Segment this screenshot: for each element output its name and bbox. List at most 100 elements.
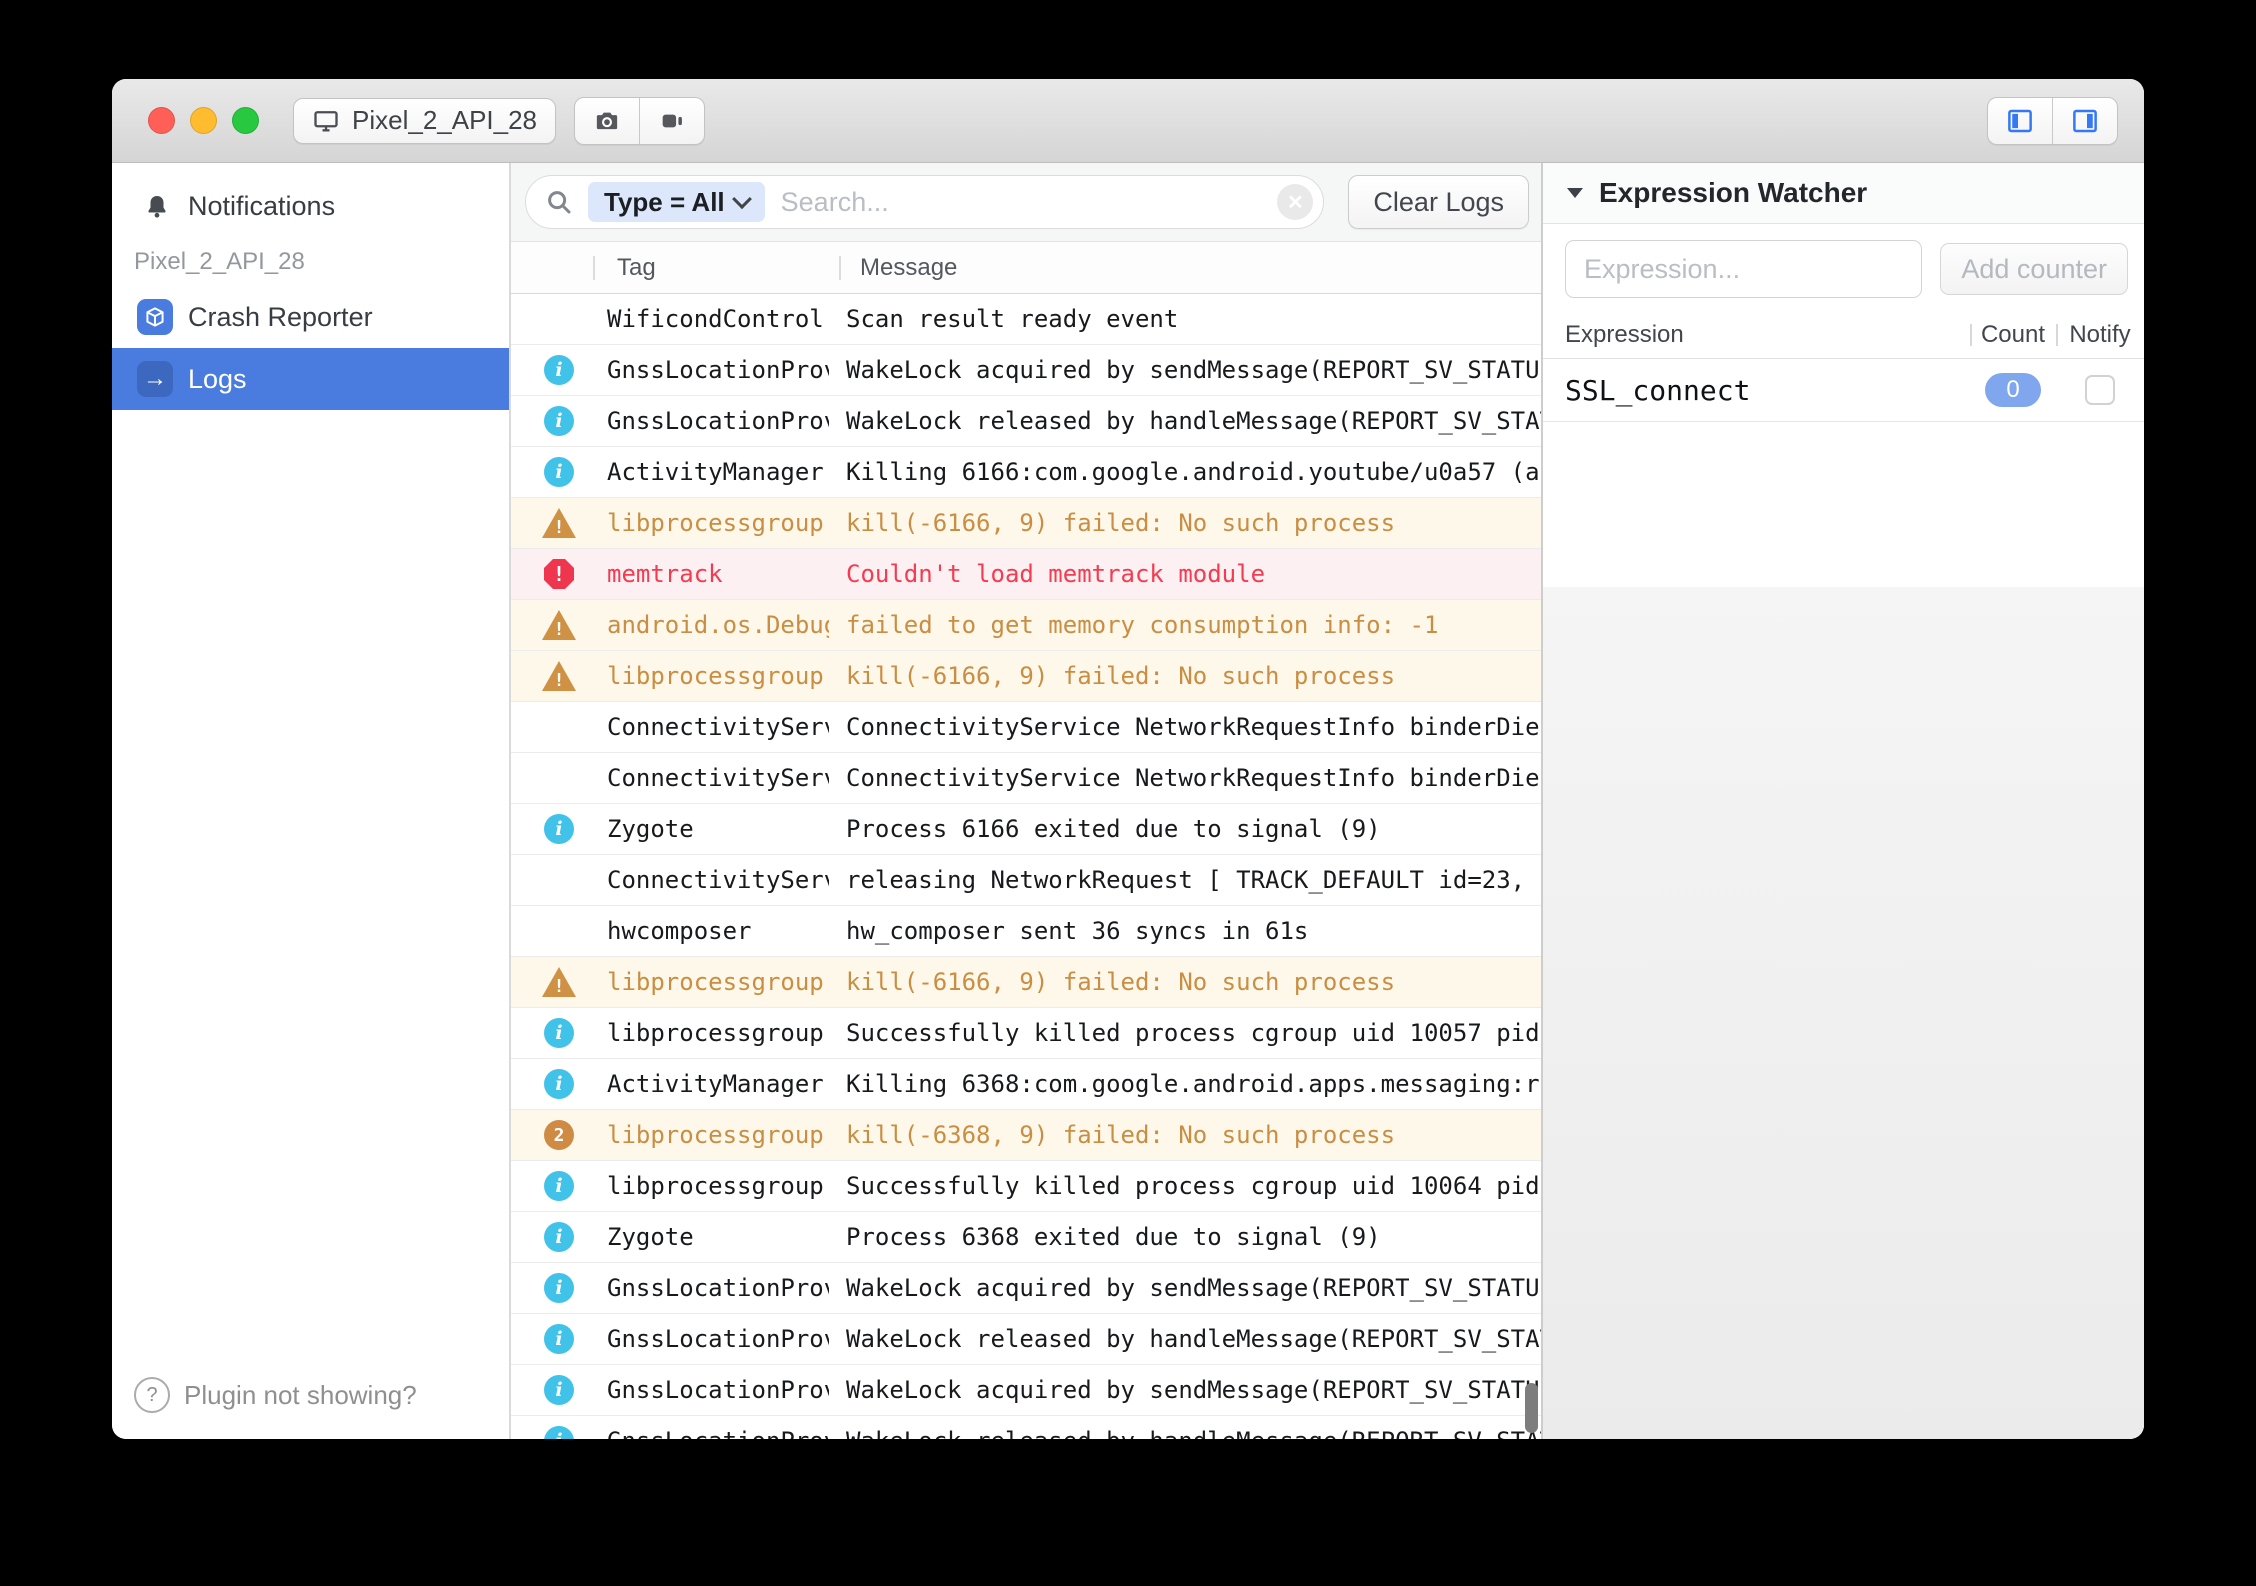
log-level-icon: i	[544, 406, 574, 436]
log-row[interactable]: i libprocessgroup Successfully killed pr…	[511, 1161, 1541, 1212]
plugin-help-label: Plugin not showing?	[184, 1380, 417, 1411]
log-message: Process 6166 exited due to signal (9)	[846, 815, 1541, 843]
log-row[interactable]: i GnssLocationProvider WakeLock acquired…	[511, 345, 1541, 396]
log-level-icon: i	[544, 1222, 574, 1252]
log-message: kill(-6166, 9) failed: No such process	[846, 662, 1541, 690]
logs-label: Logs	[188, 364, 247, 395]
log-tag: Zygote	[607, 1223, 829, 1251]
log-message: WakeLock released by handleMessage(REPOR…	[846, 407, 1541, 435]
log-row[interactable]: ! memtrack Couldn't load memtrack module	[511, 549, 1541, 600]
log-tag: libprocessgroup	[607, 968, 829, 996]
log-tag: libprocessgroup	[607, 509, 829, 537]
log-message: WakeLock released by handleMessage(REPOR…	[846, 1427, 1541, 1439]
notify-checkbox[interactable]	[2085, 375, 2115, 405]
clear-logs-button[interactable]: Clear Logs	[1348, 175, 1529, 229]
log-row[interactable]: i Zygote Process 6368 exited due to sign…	[511, 1212, 1541, 1263]
log-level-icon: i	[544, 355, 574, 385]
monitor-icon	[312, 107, 340, 135]
log-tag: ConnectivityService	[607, 764, 829, 792]
bell-icon	[142, 192, 172, 222]
log-tag: libprocessgroup	[607, 1019, 829, 1047]
log-row[interactable]: i GnssLocationProvider WakeLock released…	[511, 1314, 1541, 1365]
log-level-icon: i	[544, 1171, 574, 1201]
add-counter-button[interactable]: Add counter	[1940, 243, 2128, 295]
sidebar-item-logs[interactable]: → Logs	[112, 348, 509, 410]
log-row[interactable]: ConnectivityService ConnectivityService …	[511, 753, 1541, 804]
log-tag: libprocessgroup	[607, 1121, 829, 1149]
plugin-sidebar: Notifications Pixel_2_API_28 Crash Repor…	[112, 163, 511, 1439]
log-message: Successfully killed process cgroup uid 1…	[846, 1172, 1541, 1200]
log-message: kill(-6166, 9) failed: No such process	[846, 968, 1541, 996]
log-message: Successfully killed process cgroup uid 1…	[846, 1019, 1541, 1047]
log-row[interactable]: ! libprocessgroup kill(-6166, 9) failed:…	[511, 651, 1541, 702]
log-message: Couldn't load memtrack module	[846, 560, 1541, 588]
log-row[interactable]: WificondControl Scan result ready event	[511, 294, 1541, 345]
log-table-header: Tag Message	[511, 242, 1541, 294]
log-message: ConnectivityService NetworkRequestInfo b…	[846, 713, 1541, 741]
toggle-left-sidebar-button[interactable]	[1988, 98, 2052, 144]
log-row[interactable]: ConnectivityService ConnectivityService …	[511, 702, 1541, 753]
expression-watcher-header[interactable]: Expression Watcher	[1543, 163, 2144, 224]
search-input[interactable]	[779, 186, 1264, 219]
collapse-triangle-icon	[1567, 188, 1583, 198]
log-message: WakeLock acquired by sendMessage(REPORT_…	[846, 1274, 1541, 1302]
log-row[interactable]: i ActivityManager Killing 6368:com.googl…	[511, 1059, 1541, 1110]
log-message: ConnectivityService NetworkRequestInfo b…	[846, 764, 1541, 792]
log-row[interactable]: 2 libprocessgroup kill(-6368, 9) failed:…	[511, 1110, 1541, 1161]
log-row[interactable]: ! libprocessgroup kill(-6166, 9) failed:…	[511, 498, 1541, 549]
watcher-row[interactable]: SSL_connect 0	[1543, 359, 2144, 422]
titlebar: Pixel_2_API_28	[112, 79, 2144, 163]
log-row[interactable]: i GnssLocationProvider WakeLock released…	[511, 396, 1541, 447]
log-level-icon: i	[544, 814, 574, 844]
log-row[interactable]: i GnssLocationProvider WakeLock acquired…	[511, 1263, 1541, 1314]
log-row[interactable]: ! libprocessgroup kill(-6166, 9) failed:…	[511, 957, 1541, 1008]
log-level-icon: !	[542, 661, 576, 691]
traffic-lights	[148, 107, 259, 134]
log-column-tag[interactable]: Tag	[607, 254, 839, 282]
app-window: Pixel_2_API_28	[112, 79, 2144, 1439]
screen-record-button[interactable]	[639, 98, 704, 144]
log-table-body: WificondControl Scan result ready event …	[511, 294, 1541, 1439]
expression-watcher-title: Expression Watcher	[1599, 177, 1867, 209]
log-tag: GnssLocationProvider	[607, 1274, 829, 1302]
watcher-column-expression: Expression	[1543, 321, 1970, 349]
expression-input[interactable]	[1565, 240, 1922, 298]
log-row[interactable]: i libprocessgroup Successfully killed pr…	[511, 1008, 1541, 1059]
plugin-help-link[interactable]: ? Plugin not showing?	[112, 1377, 509, 1439]
log-row[interactable]: ConnectivityService releasing NetworkReq…	[511, 855, 1541, 906]
panel-right-icon	[2070, 106, 2100, 136]
log-level-icon: !	[544, 559, 574, 589]
toggle-right-sidebar-button[interactable]	[2052, 98, 2117, 144]
device-selector-button[interactable]: Pixel_2_API_28	[293, 98, 556, 144]
log-level-icon: !	[542, 508, 576, 538]
sidebar-item-crash-reporter[interactable]: Crash Reporter	[112, 286, 509, 348]
log-message: hw_composer sent 36 syncs in 61s	[846, 917, 1541, 945]
log-column-message[interactable]: Message	[856, 254, 1541, 282]
log-row[interactable]: i GnssLocationProvider WakeLock acquired…	[511, 1365, 1541, 1416]
log-message: Killing 6368:com.google.android.apps.mes…	[846, 1070, 1541, 1098]
search-icon	[544, 187, 574, 217]
type-filter-chip[interactable]: Type = All	[588, 182, 765, 222]
zoom-window-button[interactable]	[232, 107, 259, 134]
desktop-background: { "titlebar": { "device_button": "Pixel_…	[0, 0, 2256, 1586]
close-window-button[interactable]	[148, 107, 175, 134]
log-tag: GnssLocationProvider	[607, 1325, 829, 1353]
log-tag: Zygote	[607, 815, 829, 843]
log-tag: ConnectivityService	[607, 713, 829, 741]
log-tag: android.os.Debug	[607, 611, 829, 639]
log-row[interactable]: i GnssLocationProvider WakeLock released…	[511, 1416, 1541, 1439]
device-selector-label: Pixel_2_API_28	[352, 105, 537, 136]
capture-buttons	[574, 97, 705, 145]
log-row[interactable]: ! android.os.Debug failed to get memory …	[511, 600, 1541, 651]
vertical-scrollbar-thumb[interactable]	[1525, 1383, 1538, 1433]
log-row[interactable]: i ActivityManager Killing 6166:com.googl…	[511, 447, 1541, 498]
notifications-label: Notifications	[188, 191, 335, 222]
log-row[interactable]: i Zygote Process 6166 exited due to sign…	[511, 804, 1541, 855]
crash-reporter-box-icon	[137, 299, 173, 335]
sidebar-item-notifications[interactable]: Notifications	[112, 181, 509, 232]
log-row[interactable]: hwcomposer hw_composer sent 36 syncs in …	[511, 906, 1541, 957]
minimize-window-button[interactable]	[190, 107, 217, 134]
clear-search-icon[interactable]: ✕	[1277, 184, 1313, 220]
search-box[interactable]: Type = All ✕	[525, 175, 1324, 229]
screenshot-button[interactable]	[575, 98, 639, 144]
